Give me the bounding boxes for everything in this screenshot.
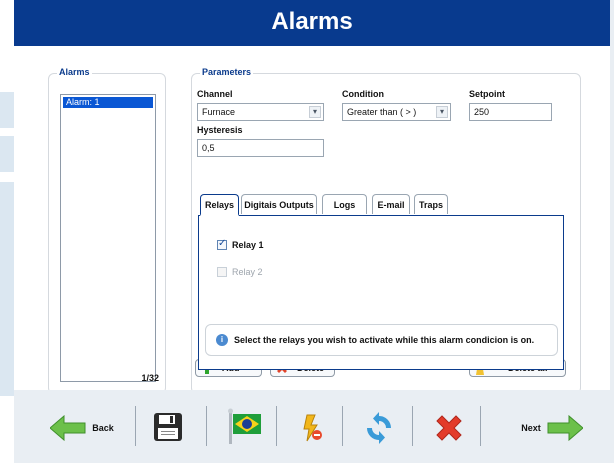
language-button[interactable] — [222, 408, 266, 446]
flash-button[interactable] — [294, 412, 330, 444]
setpoint-input[interactable]: 250 — [469, 103, 552, 121]
left-side-block-2 — [0, 136, 14, 172]
left-side-block-1 — [0, 92, 14, 128]
content-area: Alarms Alarm: 1 1/32 Parameters Channel … — [14, 46, 610, 394]
alarms-legend: Alarms — [57, 67, 92, 77]
alarms-group: Alarms Alarm: 1 1/32 — [48, 67, 166, 394]
relay-1-checkbox[interactable] — [217, 238, 227, 250]
info-box: i Select the relays you wish to activate… — [205, 324, 558, 356]
condition-value: Greater than ( > ) — [347, 107, 417, 117]
hysteresis-input[interactable]: 0,5 — [197, 139, 324, 157]
page-title: Alarms — [271, 8, 353, 35]
relay-1-row[interactable]: Relay 1 — [217, 238, 264, 250]
relays-tab-panel: Relay 1 Relay 2 i Select the relays you … — [198, 215, 564, 370]
left-side-block-3 — [0, 182, 14, 396]
back-label: Back — [92, 423, 114, 433]
footer-divider — [412, 406, 413, 446]
parameters-group: Parameters Channel Furnace ▾ Condition G… — [191, 67, 581, 394]
info-icon: i — [216, 334, 228, 346]
tab-traps[interactable]: Traps — [414, 194, 448, 214]
condition-select[interactable]: Greater than ( > ) ▾ — [342, 103, 451, 121]
footer-divider — [135, 406, 136, 446]
footer-divider — [480, 406, 481, 446]
hysteresis-label: Hysteresis — [197, 125, 243, 135]
channel-select[interactable]: Furnace ▾ — [197, 103, 324, 121]
chevron-down-icon[interactable]: ▾ — [436, 106, 448, 118]
setpoint-label: Setpoint — [469, 89, 505, 99]
relay-2-row: Relay 2 — [217, 267, 263, 277]
next-button[interactable]: Next — [514, 414, 590, 442]
tab-digital-outputs[interactable]: Digitais Outputs — [241, 194, 317, 214]
relay-2-label: Relay 2 — [232, 267, 263, 277]
next-arrow-icon — [547, 415, 583, 441]
tab-relays[interactable]: Relays — [200, 194, 239, 216]
alarm-count: 1/32 — [141, 373, 159, 383]
refresh-button[interactable] — [359, 410, 399, 446]
cancel-button[interactable] — [429, 410, 469, 446]
relay-2-checkbox — [217, 267, 227, 277]
relay-1-label: Relay 1 — [232, 240, 264, 250]
footer-divider — [276, 406, 277, 446]
header-bar: Alarms — [14, 0, 610, 46]
info-text: Select the relays you wish to activate w… — [234, 335, 535, 345]
next-label: Next — [521, 423, 541, 433]
footer-divider — [342, 406, 343, 446]
parameters-legend: Parameters — [200, 67, 254, 77]
save-button[interactable] — [148, 410, 188, 444]
alarm-list-item[interactable]: Alarm: 1 — [63, 97, 153, 108]
refresh-icon — [367, 412, 391, 444]
brazil-flag-icon — [228, 408, 261, 444]
chevron-down-icon[interactable]: ▾ — [309, 106, 321, 118]
close-icon — [436, 415, 462, 441]
save-icon — [154, 413, 182, 441]
back-button[interactable]: Back — [46, 414, 118, 442]
footer-toolbar: Back Next — [14, 390, 614, 463]
footer-divider — [206, 406, 207, 446]
tab-logs[interactable]: Logs — [322, 194, 367, 214]
channel-value: Furnace — [202, 107, 236, 117]
flash-icon — [303, 414, 322, 442]
alarm-list[interactable]: Alarm: 1 — [60, 94, 156, 382]
tab-email[interactable]: E-mail — [372, 194, 410, 214]
back-arrow-icon — [50, 415, 86, 441]
channel-label: Channel — [197, 89, 233, 99]
condition-label: Condition — [342, 89, 384, 99]
